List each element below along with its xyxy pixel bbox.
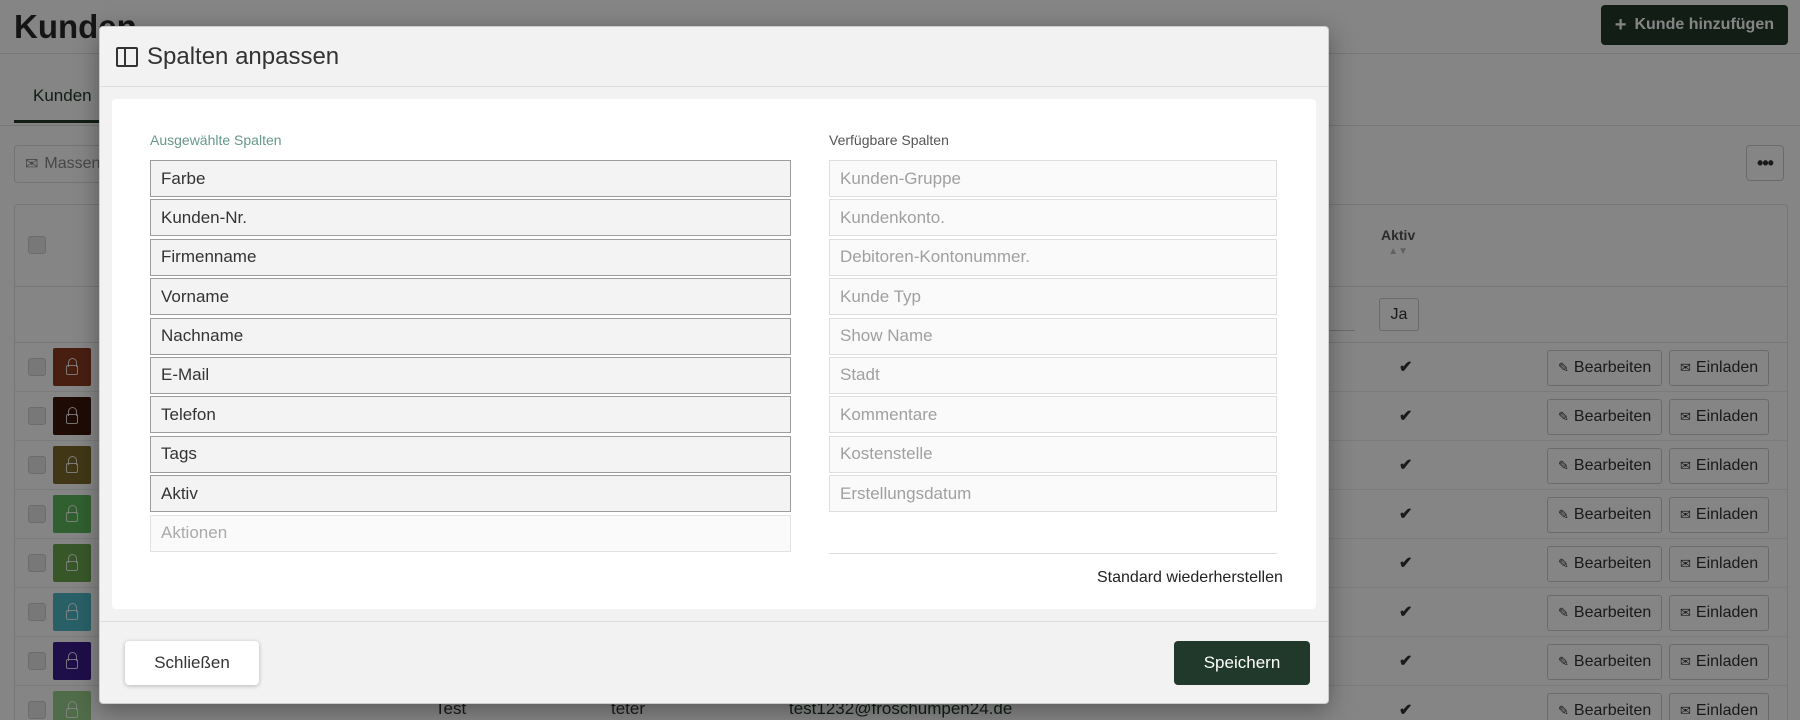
selected-column-item[interactable]: Nachname bbox=[150, 317, 791, 355]
save-button[interactable]: Speichern bbox=[1174, 641, 1310, 685]
columns-icon bbox=[116, 46, 138, 67]
available-column-item[interactable]: Kostenstelle bbox=[829, 435, 1277, 473]
close-button[interactable]: Schließen bbox=[125, 641, 259, 685]
available-columns-heading: Verfügbare Spalten bbox=[829, 132, 949, 148]
selected-column-item[interactable]: Vorname bbox=[150, 278, 791, 316]
selected-columns-list: Farbe Kunden-Nr. Firmenname Vorname Nachname… bbox=[150, 160, 791, 554]
available-column-item[interactable]: Kommentare bbox=[829, 396, 1277, 434]
divider bbox=[829, 553, 1277, 554]
available-column-item[interactable]: Debitoren-Kontonummer. bbox=[829, 238, 1277, 276]
selected-column-item[interactable]: Tags bbox=[150, 435, 791, 473]
dialog-title: Spalten anpassen bbox=[147, 42, 340, 70]
selected-column-placeholder[interactable]: Aktionen bbox=[150, 514, 791, 552]
selected-column-item[interactable]: Kunden-Nr. bbox=[150, 199, 791, 237]
dialog-header: Spalten anpassen bbox=[100, 27, 1328, 87]
available-column-item[interactable]: Stadt bbox=[829, 356, 1277, 394]
available-column-item[interactable]: Show Name bbox=[829, 317, 1277, 355]
restore-defaults-button[interactable]: Standard wiederherstellen bbox=[1097, 569, 1283, 587]
dialog-body: Ausgewählte Spalten Verfügbare Spalten F… bbox=[112, 99, 1316, 609]
selected-column-item[interactable]: Telefon bbox=[150, 396, 791, 434]
available-column-item[interactable]: Kunde Typ bbox=[829, 278, 1277, 316]
dialog-footer: Schließen Speichern bbox=[100, 621, 1328, 705]
customize-columns-dialog: Spalten anpassen Ausgewählte Spalten Ver… bbox=[99, 26, 1329, 704]
selected-column-item[interactable]: Firmenname bbox=[150, 238, 791, 276]
selected-column-item[interactable]: Farbe bbox=[150, 160, 791, 197]
available-column-item[interactable]: Kundenkonto. bbox=[829, 199, 1277, 237]
selected-columns-heading: Ausgewählte Spalten bbox=[150, 132, 282, 148]
selected-column-item[interactable]: E-Mail bbox=[150, 356, 791, 394]
available-columns-list: Kunden-Gruppe Kundenkonto. Debitoren-Konto… bbox=[829, 160, 1277, 515]
available-column-item[interactable]: Kunden-Gruppe bbox=[829, 160, 1277, 197]
selected-column-item[interactable]: Aktiv bbox=[150, 475, 791, 513]
available-column-item[interactable]: Erstellungsdatum bbox=[829, 475, 1277, 513]
